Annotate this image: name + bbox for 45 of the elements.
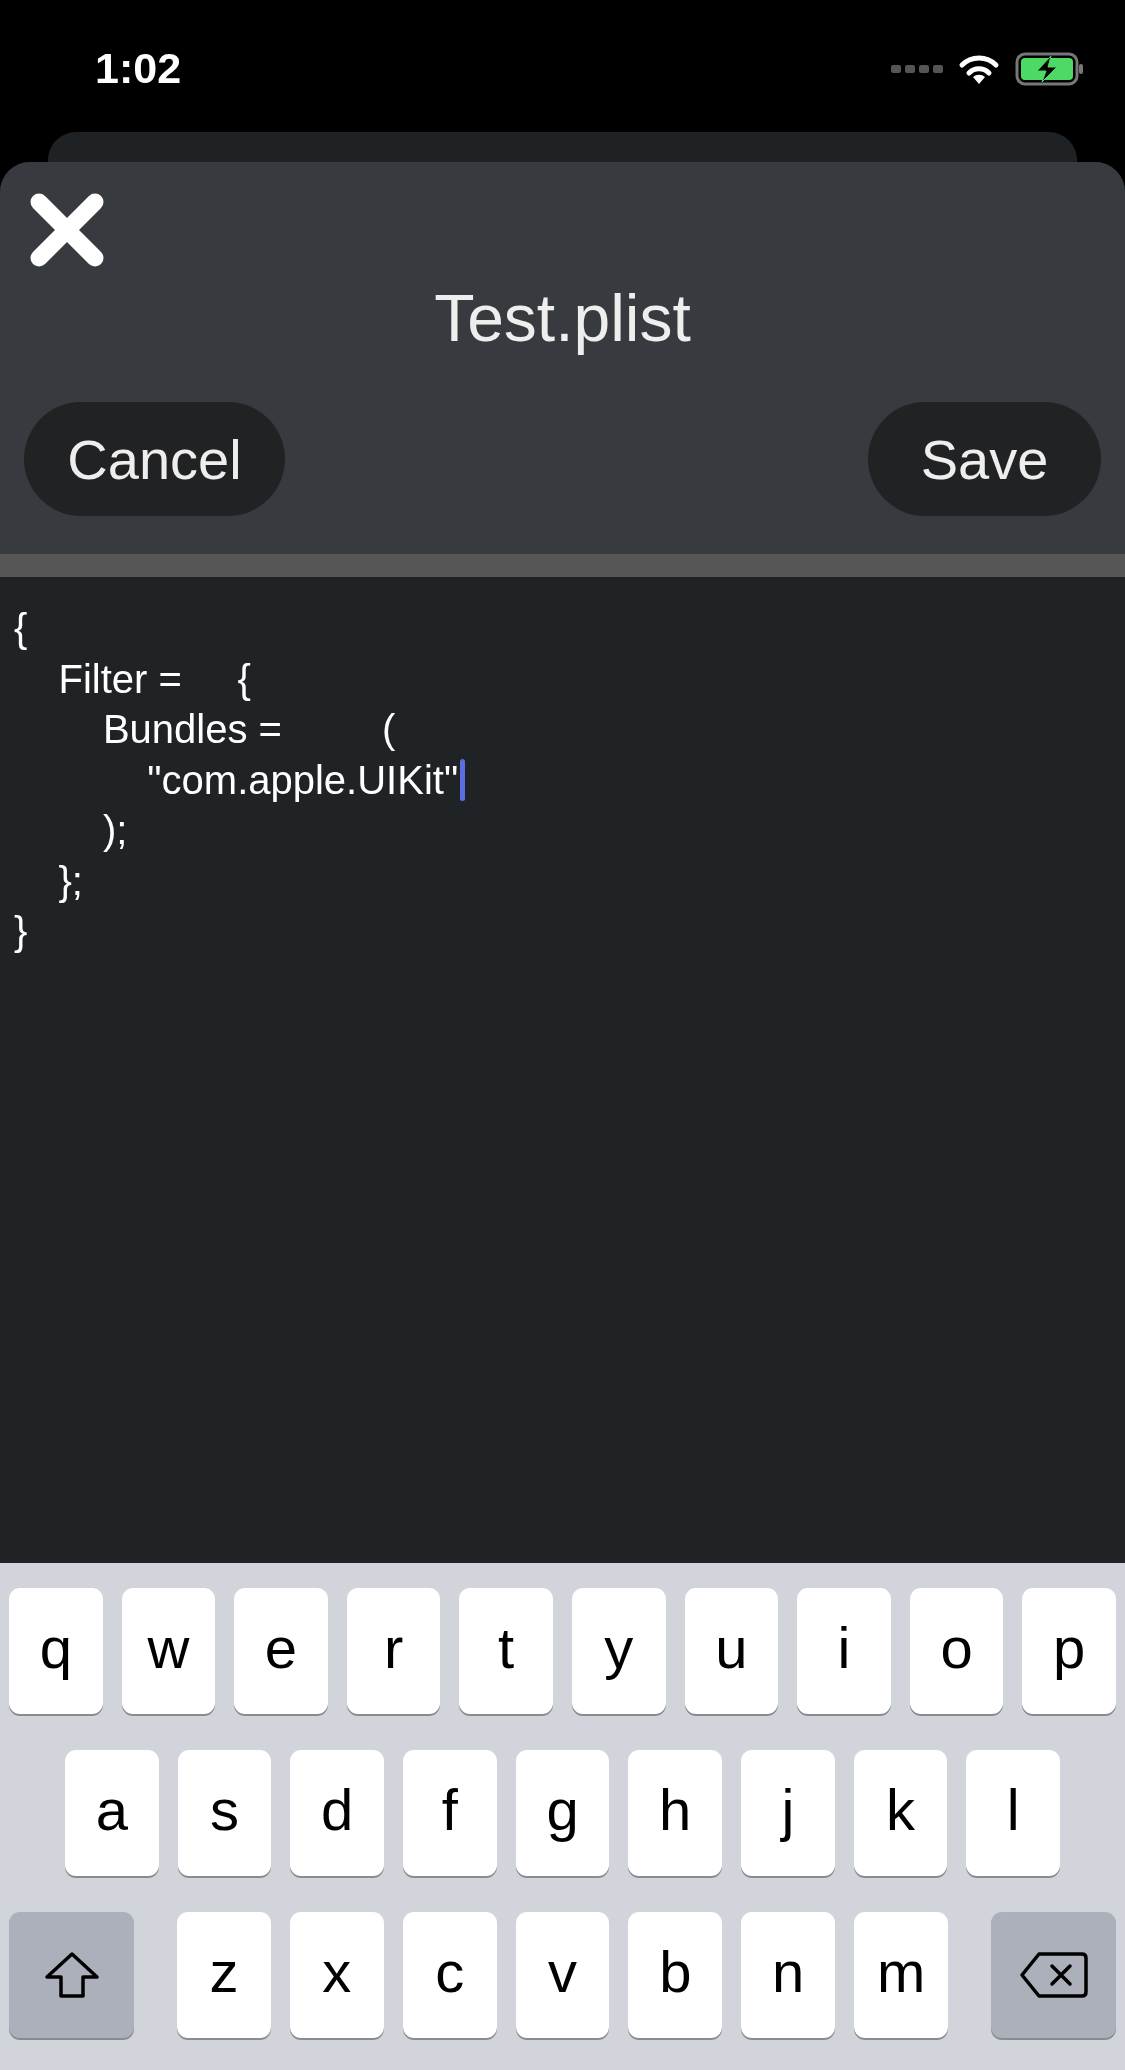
letter-key[interactable]: w [121, 1588, 216, 1714]
shift-key[interactable] [9, 1912, 134, 2038]
status-time: 1:02 [95, 44, 182, 93]
letter-key[interactable]: t [459, 1588, 553, 1714]
letter-key[interactable]: z [177, 1912, 271, 2038]
backspace-icon [1018, 1951, 1089, 1999]
letter-key[interactable]: u [684, 1588, 779, 1714]
signal-icon [891, 63, 943, 75]
letter-key[interactable]: v [515, 1912, 610, 2038]
letter-key[interactable]: i [797, 1588, 891, 1714]
save-button[interactable]: Save [868, 402, 1101, 516]
letter-key[interactable]: s [177, 1750, 272, 1876]
code-editor[interactable]: { Filter = { Bundles = ( "com.apple.UIKit" ); }; } [0, 577, 1125, 1563]
delete-key[interactable] [991, 1912, 1116, 2038]
letter-key[interactable]: n [741, 1912, 836, 2038]
letter-key[interactable]: o [909, 1588, 1004, 1714]
letter-key[interactable]: k [853, 1750, 948, 1876]
letter-key[interactable]: g [515, 1750, 610, 1876]
letter-key[interactable]: y [571, 1588, 666, 1714]
code-line: ); [101, 807, 129, 855]
battery-charging-icon [1015, 52, 1085, 86]
letter-key[interactable]: e [234, 1588, 328, 1714]
letter-key[interactable]: x [289, 1912, 384, 2038]
code-line: } [14, 908, 29, 956]
letter-key[interactable]: d [290, 1750, 384, 1876]
letter-key[interactable]: h [628, 1750, 723, 1876]
letter-key[interactable]: r [346, 1588, 441, 1714]
file-title: Test.plist [434, 281, 691, 355]
letter-key[interactable]: f [403, 1750, 497, 1876]
code-line: Bundles = ( [101, 706, 397, 754]
wifi-icon [957, 52, 1001, 86]
code-line: { [14, 605, 29, 653]
letter-key[interactable]: b [628, 1912, 723, 2038]
letter-key[interactable]: c [402, 1912, 497, 2038]
letter-key[interactable]: a [65, 1750, 159, 1876]
letter-key[interactable]: j [741, 1750, 835, 1876]
cancel-button[interactable]: Cancel [24, 402, 285, 516]
code-line: }; [57, 857, 84, 905]
letter-key[interactable]: l [966, 1750, 1061, 1876]
letter-key[interactable]: q [9, 1588, 103, 1714]
letter-key[interactable]: m [854, 1912, 948, 2038]
shift-icon [43, 1951, 100, 1999]
letter-key[interactable]: p [1022, 1588, 1116, 1714]
code-line: Filter = { [57, 655, 252, 703]
code-line: "com.apple.UIKit" [14, 754, 1125, 805]
